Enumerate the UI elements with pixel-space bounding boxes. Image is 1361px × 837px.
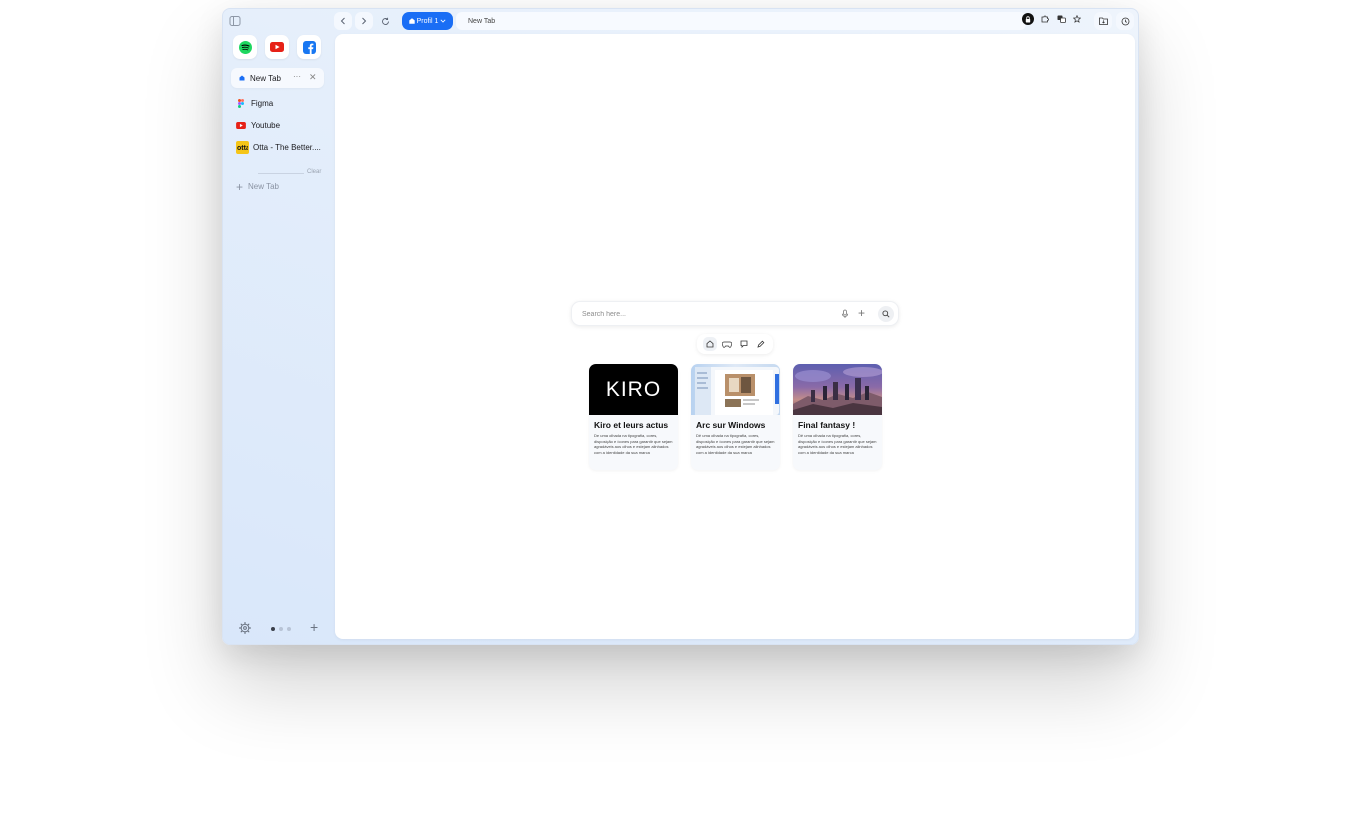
profile-icon <box>408 18 415 24</box>
forward-button[interactable] <box>355 12 373 30</box>
chat-icon <box>740 340 747 348</box>
extension-button[interactable] <box>1022 13 1034 25</box>
history-button[interactable] <box>1116 12 1134 30</box>
tab-gaming[interactable] <box>720 337 734 351</box>
address-actions <box>1022 13 1082 25</box>
nav-buttons <box>334 12 394 30</box>
facebook-icon <box>302 40 316 54</box>
tab-messages[interactable] <box>737 337 751 351</box>
more-icon[interactable]: ··· <box>293 72 301 81</box>
space-dot[interactable] <box>279 627 283 631</box>
new-tab-button[interactable]: + New Tab <box>236 179 279 194</box>
sidebar-toggle-icon[interactable] <box>229 15 241 27</box>
chevron-down-icon <box>440 19 446 23</box>
translate-icon <box>1057 15 1066 23</box>
sidebar-tab-otta[interactable]: otta Otta - The Better.... <box>236 140 328 154</box>
clear-button[interactable]: Clear <box>307 169 321 175</box>
sidebar-tab-label: Otta - The Better.... <box>253 142 321 152</box>
downloads-button[interactable] <box>1094 12 1112 30</box>
reload-icon <box>381 17 389 25</box>
sidebar-tab-figma[interactable]: Figma <box>236 96 328 110</box>
tab-new-tab-active[interactable]: New Tab ··· ✕ <box>231 68 324 88</box>
card-description: De uma olhada na tipografia, cores, disp… <box>594 433 673 455</box>
kiro-thumbnail: KIRO <box>589 364 678 415</box>
divider-line <box>258 173 304 174</box>
browser-window: New Tab ··· ✕ Figma Youtube otta Otta - … <box>222 8 1139 645</box>
youtube-icon <box>270 42 284 52</box>
search-input[interactable] <box>582 308 822 320</box>
new-tab-label: New Tab <box>248 182 279 191</box>
card-title: Kiro et leurs actus <box>594 420 669 430</box>
address-text: New Tab <box>468 17 496 25</box>
tab-creative[interactable] <box>754 337 768 351</box>
profile-button[interactable]: Profil 1 <box>402 12 453 30</box>
sidebar: New Tab ··· ✕ Figma Youtube otta Otta - … <box>223 9 333 644</box>
add-space-button[interactable]: + <box>310 619 318 635</box>
pen-icon <box>756 340 764 348</box>
search-box: + <box>571 301 899 326</box>
space-switcher[interactable] <box>271 627 291 631</box>
arc-screenshot-image <box>695 367 779 415</box>
reload-button[interactable] <box>376 12 394 30</box>
arc-thumbnail <box>691 364 780 415</box>
card-title: Final fantasy ! <box>798 420 856 430</box>
search-icon <box>882 310 890 318</box>
card-description: Dê uma olhada na tipografia, cores, disp… <box>696 433 775 455</box>
chevron-left-icon <box>340 17 345 25</box>
category-tabs <box>697 334 773 354</box>
translate-button[interactable] <box>1056 14 1066 24</box>
tab-divider: Clear <box>236 168 324 178</box>
sidebar-tab-label: Figma <box>251 98 274 108</box>
profile-label: Profil 1 <box>416 17 439 25</box>
address-bar[interactable]: New Tab <box>456 12 1026 30</box>
card-description: Dê uma olhada na tipografia, cores, disp… <box>798 433 877 455</box>
sidebar-tab-youtube[interactable]: Youtube <box>236 118 328 132</box>
final-fantasy-thumbnail <box>793 364 882 415</box>
active-tab-label: New Tab <box>250 73 281 83</box>
space-dot-active[interactable] <box>271 627 275 631</box>
folder-download-icon <box>1098 17 1108 25</box>
card-title: Arc sur Windows <box>696 420 766 430</box>
add-icon[interactable]: + <box>858 306 865 320</box>
back-button[interactable] <box>334 12 352 30</box>
feed-card[interactable]: Arc sur Windows Dê uma olhada na tipogra… <box>691 364 780 470</box>
pinned-facebook[interactable] <box>297 35 321 59</box>
toolbar-right <box>1094 12 1134 30</box>
svg-text:otta: otta <box>237 145 248 151</box>
history-icon <box>1121 17 1129 25</box>
star-icon <box>1073 15 1081 23</box>
youtube-icon <box>236 121 246 129</box>
tab-home[interactable] <box>702 337 717 351</box>
microphone-icon[interactable] <box>840 309 850 319</box>
pinned-youtube[interactable] <box>265 35 289 59</box>
feed-card[interactable]: Final fantasy ! Dê uma olhada na tipogra… <box>793 364 882 470</box>
kiro-logo: KIRO <box>605 377 662 401</box>
pinned-sites <box>233 35 321 59</box>
gear-icon[interactable] <box>239 622 251 634</box>
sidebar-tab-label: Youtube <box>251 120 281 130</box>
figma-icon <box>238 98 244 108</box>
home-icon <box>706 340 713 348</box>
spotify-icon <box>238 40 252 54</box>
gamepad-icon <box>721 341 732 348</box>
new-tab-icon <box>239 75 245 81</box>
plus-icon: + <box>236 179 244 194</box>
toolbar: Profil 1 New Tab <box>334 12 1134 32</box>
search-button[interactable] <box>878 306 894 322</box>
chevron-right-icon <box>362 17 367 25</box>
feed-card[interactable]: KIRO Kiro et leurs actus De uma olhada n… <box>589 364 678 470</box>
space-dot[interactable] <box>287 627 291 631</box>
sidebar-footer: + <box>239 619 323 636</box>
close-icon[interactable]: ✕ <box>309 72 317 83</box>
feed-cards: KIRO Kiro et leurs actus De uma olhada n… <box>589 364 882 470</box>
lock-icon <box>1025 15 1031 22</box>
otta-icon: otta <box>237 145 248 151</box>
new-tab-page: + KIRO Kiro et leurs <box>335 34 1135 639</box>
final-fantasy-artwork <box>793 367 882 415</box>
puzzle-button[interactable] <box>1040 14 1050 24</box>
puzzle-icon <box>1041 15 1049 23</box>
bookmark-button[interactable] <box>1072 14 1082 24</box>
pinned-spotify[interactable] <box>233 35 257 59</box>
